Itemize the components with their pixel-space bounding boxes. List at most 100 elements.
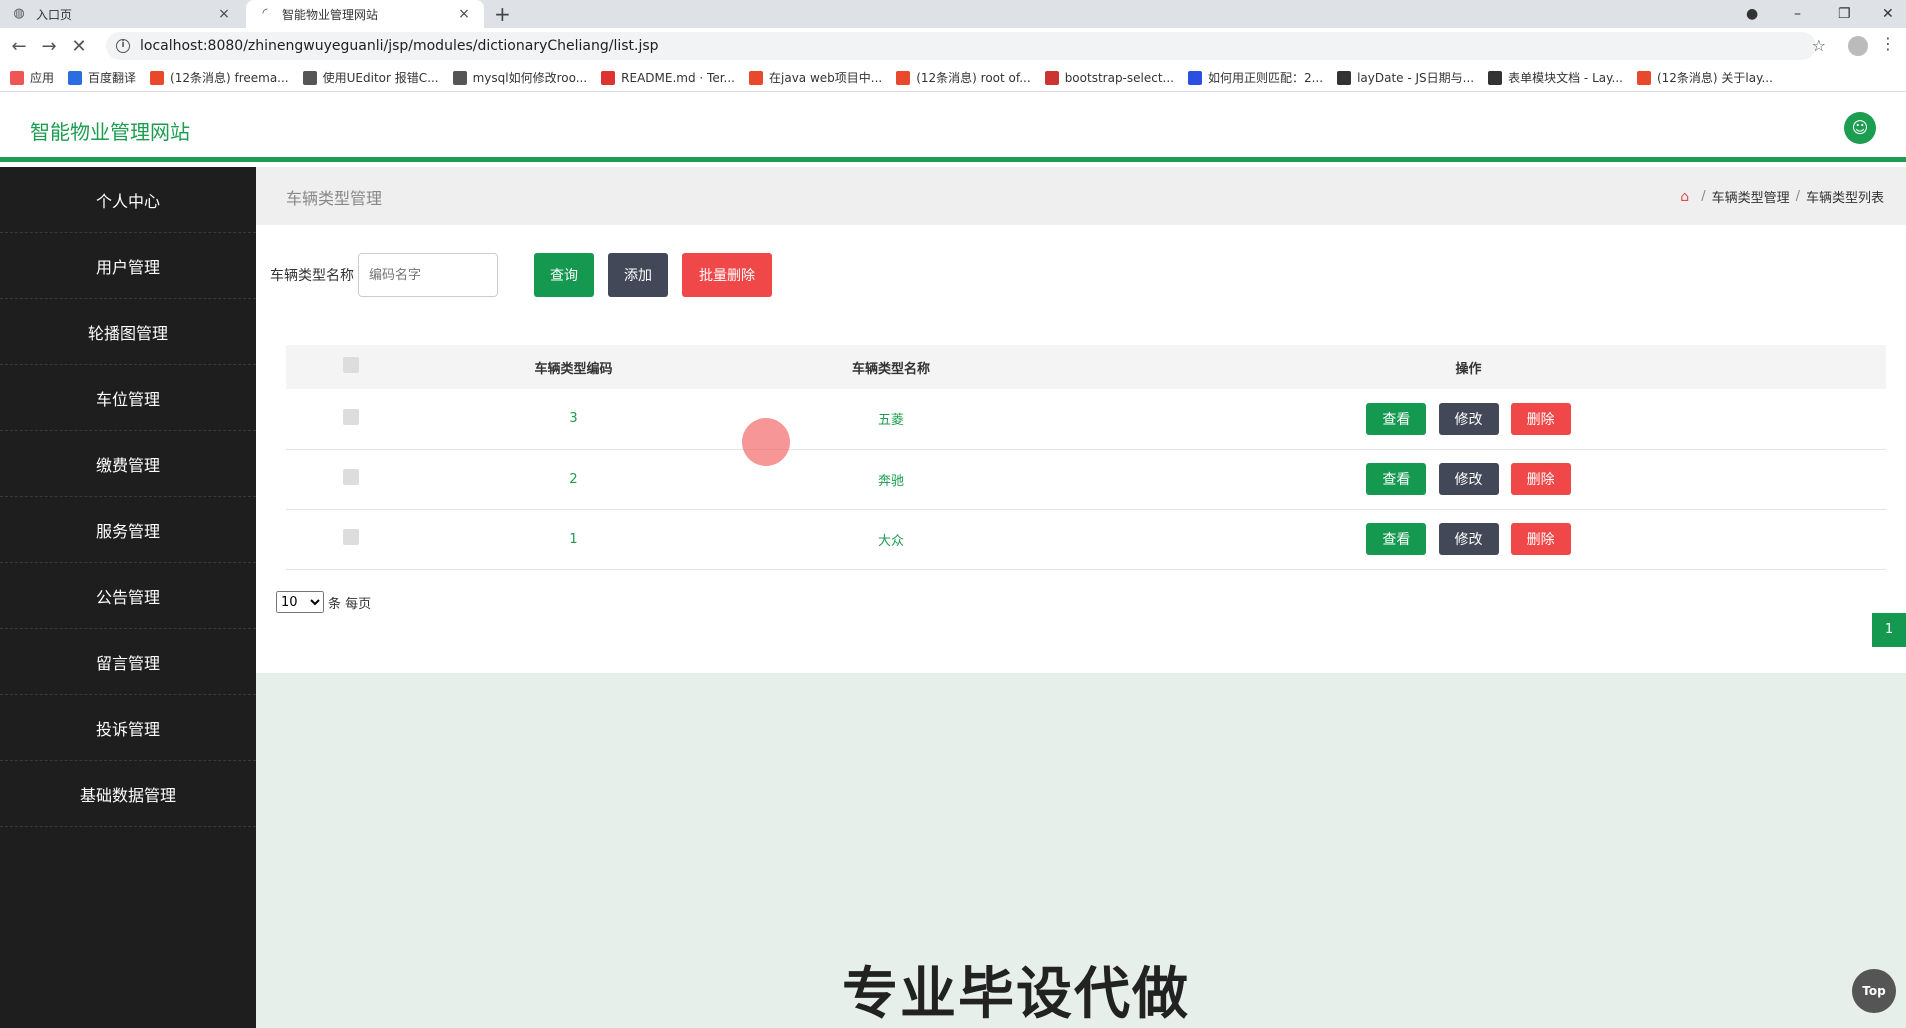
app-title: 智能物业管理网站 (30, 120, 190, 144)
browser-tab-current[interactable]: ◜ 智能物业管理网站 × (246, 0, 484, 28)
add-button[interactable]: 添加 (608, 253, 668, 297)
bookmark-star-icon[interactable]: ☆ (1812, 36, 1826, 55)
search-label: 车辆类型名称 (270, 268, 354, 284)
bookmark-item[interactable]: 百度翻译 (68, 69, 136, 86)
cell-code: 3 (569, 411, 578, 427)
bookmark-favicon-icon (68, 70, 83, 85)
bookmark-item[interactable]: bootstrap-select... (1044, 70, 1174, 85)
bookmark-item[interactable]: 使用UEditor 报错C... (302, 69, 439, 86)
breadcrumb-item[interactable]: 车辆类型管理 (1712, 187, 1790, 206)
search-input[interactable] (358, 253, 498, 297)
sidebar-item-message[interactable]: 留言管理 (0, 629, 256, 695)
url-field[interactable]: i localhost:8080/zhinengwuyeguanli/jsp/m… (106, 32, 1816, 60)
bookmark-favicon-icon (749, 70, 763, 85)
cell-code: 1 (569, 531, 578, 547)
bookmark-item[interactable]: (12条消息) root of... (896, 69, 1031, 86)
bookmark-item[interactable]: mysql如何修改roo... (452, 69, 588, 86)
column-header-name: 车辆类型名称 (851, 361, 930, 377)
page-number-button[interactable]: 1 (1872, 613, 1906, 647)
page-title: 车辆类型管理 (286, 189, 383, 208)
data-table: 车辆类型编码 车辆类型名称 操作 3 五菱 查看 修改 删除 2 奔驰 查看 修… (286, 345, 1886, 570)
menu-dots-icon[interactable]: ⋮ (1880, 34, 1896, 53)
bookmark-item[interactable]: README.md · Ter... (601, 70, 735, 85)
user-avatar-icon[interactable]: ☺ (1844, 112, 1876, 144)
bookmark-item[interactable]: 表单模块文档 - Lay... (1488, 69, 1623, 86)
sidebar-item-notice[interactable]: 公告管理 (0, 563, 256, 629)
row-checkbox[interactable] (343, 469, 359, 485)
edit-button[interactable]: 修改 (1438, 523, 1499, 555)
delete-button[interactable]: 删除 (1510, 402, 1571, 435)
view-button[interactable]: 查看 (1366, 523, 1427, 555)
breadcrumb-separator: / (1795, 189, 1800, 204)
content-panel: 车辆类型管理 ⌂ / 车辆类型管理 / 车辆类型列表 车辆类型名称 查询 添加 … (256, 167, 1906, 673)
page-size-control: 10 条 每页 (276, 591, 371, 613)
tab-search-icon[interactable]: ● (1746, 0, 1758, 28)
cell-code: 2 (569, 471, 578, 487)
bookmark-label: layDate - JS日期与... (1357, 71, 1475, 85)
bookmark-label: (12条消息) root of... (916, 71, 1031, 85)
sidebar-item-complaint[interactable]: 投诉管理 (0, 695, 256, 761)
bookmark-favicon-icon (1337, 70, 1352, 85)
sidebar-item-basic-data[interactable]: 基础数据管理 (0, 761, 256, 827)
profile-icon[interactable] (1848, 36, 1868, 56)
sidebar-item-service[interactable]: 服务管理 (0, 497, 256, 563)
sidebar: 个人中心 用户管理 轮播图管理 车位管理 缴费管理 服务管理 公告管理 留言管理… (0, 167, 256, 1028)
page-size-suffix: 条 每页 (328, 596, 372, 612)
sidebar-item-payment[interactable]: 缴费管理 (0, 431, 256, 497)
view-button[interactable]: 查看 (1366, 463, 1427, 495)
page-size-select[interactable]: 10 (276, 591, 324, 613)
bookmark-label: README.md · Ter... (621, 70, 735, 85)
forward-icon[interactable]: → (34, 36, 64, 57)
sidebar-item-carousel[interactable]: 轮播图管理 (0, 299, 256, 365)
tab-title: 入口页 (36, 7, 73, 22)
edit-button[interactable]: 修改 (1438, 463, 1499, 495)
back-icon[interactable]: ← (4, 36, 34, 57)
minimize-icon[interactable]: – (1794, 0, 1801, 28)
batch-delete-button[interactable]: 批量删除 (682, 253, 772, 297)
bookmark-item[interactable]: (12条消息) freema... (150, 69, 289, 86)
close-window-icon[interactable]: ✕ (1882, 0, 1894, 28)
bookmark-favicon-icon (302, 70, 317, 85)
info-icon[interactable]: i (116, 39, 130, 53)
delete-button[interactable]: 删除 (1510, 463, 1571, 495)
bookmark-label: (12条消息) freema... (170, 71, 289, 85)
table-header-row: 车辆类型编码 车辆类型名称 操作 (286, 345, 1886, 389)
sidebar-item-users[interactable]: 用户管理 (0, 233, 256, 299)
cell-name: 大众 (877, 533, 904, 549)
globe-icon: ◍ (13, 6, 25, 21)
bookmark-label: mysql如何修改roo... (472, 71, 588, 85)
home-icon[interactable]: ⌂ (1680, 189, 1689, 205)
sidebar-item-profile[interactable]: 个人中心 (0, 167, 256, 233)
back-to-top-button[interactable]: Top (1852, 969, 1896, 1013)
tab-close-icon[interactable]: × (216, 6, 232, 22)
row-checkbox[interactable] (343, 529, 359, 545)
bookmark-item[interactable]: layDate - JS日期与... (1337, 69, 1474, 86)
bookmark-item[interactable]: 应用 (10, 69, 54, 86)
bookmark-label: (12条消息) 关于lay... (1656, 71, 1773, 85)
bookmark-item[interactable]: (12条消息) 关于lay... (1636, 69, 1773, 86)
tab-title: 智能物业管理网站 (282, 7, 379, 22)
browser-tab-bar: ◍ 入口页 × ◜ 智能物业管理网站 × + ● – ❐ ✕ (0, 0, 1906, 28)
new-tab-icon[interactable]: + (494, 2, 511, 26)
table-row: 3 五菱 查看 修改 删除 (286, 389, 1886, 449)
main-area: 车辆类型管理 ⌂ / 车辆类型管理 / 车辆类型列表 车辆类型名称 查询 添加 … (256, 167, 1906, 1028)
url-text: localhost:8080/zhinengwuyeguanli/jsp/mod… (140, 38, 659, 54)
view-button[interactable]: 查看 (1366, 402, 1427, 435)
select-all-checkbox[interactable] (343, 357, 359, 373)
bookmark-item[interactable]: 如何用正则匹配：2... (1187, 69, 1323, 86)
bookmark-label: 使用UEditor 报错C... (322, 71, 439, 85)
table-row: 1 大众 查看 修改 删除 (286, 509, 1886, 569)
sidebar-item-parking[interactable]: 车位管理 (0, 365, 256, 431)
row-checkbox[interactable] (343, 408, 359, 425)
bookmark-favicon-icon (452, 70, 467, 85)
tab-close-icon[interactable]: × (456, 6, 472, 22)
loading-spinner-icon: ◜ (262, 6, 268, 21)
bookmark-item[interactable]: 在java web项目中... (749, 69, 882, 86)
delete-button[interactable]: 删除 (1510, 523, 1571, 555)
table-row: 2 奔驰 查看 修改 删除 (286, 449, 1886, 509)
stop-loading-icon[interactable]: ✕ (64, 36, 94, 57)
browser-tab-entry[interactable]: ◍ 入口页 × (0, 0, 244, 28)
restore-icon[interactable]: ❐ (1838, 0, 1851, 28)
search-button[interactable]: 查询 (534, 253, 594, 297)
edit-button[interactable]: 修改 (1438, 402, 1499, 435)
